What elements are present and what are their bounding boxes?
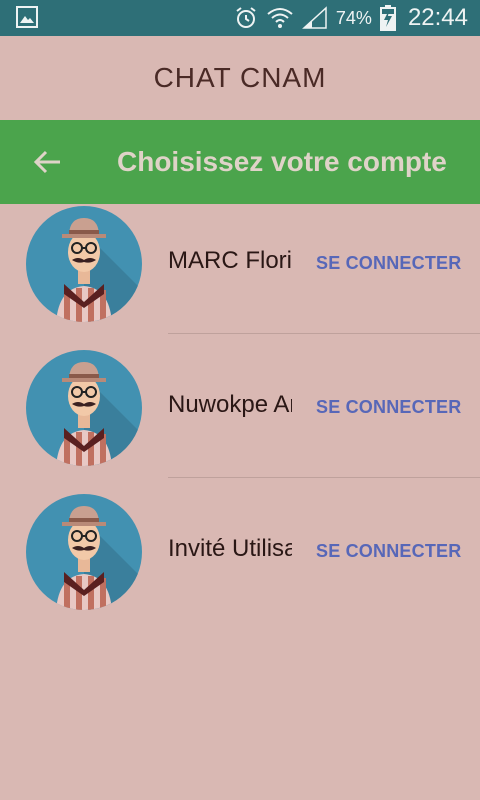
connect-button[interactable]: SE CONNECTER bbox=[316, 252, 461, 274]
wifi-icon bbox=[267, 8, 293, 28]
account-row: MARC Floria SE CONNECTER bbox=[0, 204, 480, 348]
divider bbox=[168, 333, 480, 334]
app-title: CHAT CNAM bbox=[153, 62, 327, 93]
alarm-icon bbox=[236, 7, 256, 28]
gallery-notification-icon bbox=[16, 6, 38, 28]
arrow-back-icon[interactable] bbox=[24, 138, 72, 186]
battery-percent: 74% bbox=[335, 7, 372, 28]
battery-charging-icon bbox=[379, 5, 396, 31]
connect-button[interactable]: SE CONNECTER bbox=[316, 540, 461, 562]
account-row: Nuwokpe Ar SE CONNECTER bbox=[0, 348, 480, 492]
clock: 22:44 bbox=[407, 4, 468, 31]
status-bar: 74% 22:44 bbox=[0, 0, 480, 36]
account-list: MARC Floria SE CONNECTER Nuwokpe Ar SE C… bbox=[0, 204, 480, 636]
divider bbox=[168, 477, 480, 478]
avatar bbox=[26, 206, 142, 322]
toolbar-title: Choisissez votre compte bbox=[117, 146, 447, 177]
cell-signal-icon bbox=[301, 6, 327, 29]
connect-button[interactable]: SE CONNECTER bbox=[316, 396, 461, 418]
account-name: Nuwokpe Ar bbox=[168, 391, 292, 418]
account-row: Invité Utilisa SE CONNECTER bbox=[0, 492, 480, 636]
account-name: MARC Floria bbox=[168, 247, 292, 274]
avatar bbox=[26, 350, 142, 466]
account-name: Invité Utilisa bbox=[168, 535, 292, 562]
toolbar: Choisissez votre compte bbox=[0, 120, 480, 204]
avatar bbox=[26, 494, 142, 610]
